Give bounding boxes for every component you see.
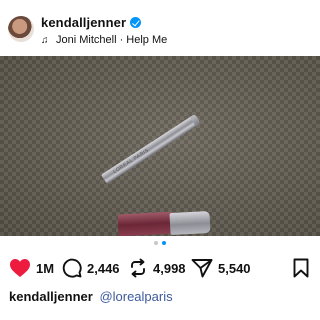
carousel-dot-active [162,241,166,245]
carousel-dot [154,241,158,245]
repost-icon [131,258,145,278]
heart-icon [10,259,30,277]
like-button[interactable]: 1M [9,257,54,279]
lip-product-tube [117,211,175,236]
audio-attribution[interactable]: ♫ Joni Mitchell · Help Me [41,34,167,46]
comment-count[interactable]: 2,446 [87,261,120,276]
send-icon [191,259,213,278]
repost-button[interactable]: 4,998 [128,257,186,279]
post-caption: kendalljenner @lorealparis [9,289,173,304]
comment-button[interactable]: 2,446 [62,257,120,279]
lip-product-cap [169,210,211,236]
post-media[interactable]: LOREAL PARIS [0,56,320,236]
bookmark-icon [293,258,309,278]
post-header: kendalljenner ♫ Joni Mitchell · Help Me [0,0,320,54]
caption-mention-link[interactable]: @lorealparis [99,289,172,304]
post-author[interactable]: kendalljenner [41,15,142,30]
repost-count[interactable]: 4,998 [153,261,186,276]
action-bar: 1M 2,446 4,998 5,540 [0,257,320,279]
avatar[interactable] [8,16,34,42]
like-count[interactable]: 1M [36,261,54,276]
username-label[interactable]: kendalljenner [41,15,126,30]
verified-badge-icon [130,17,142,28]
music-note-icon: ♫ [41,35,49,46]
comment-icon [62,258,82,278]
share-button[interactable]: 5,540 [191,257,251,279]
carousel-indicator [0,241,320,247]
caption-username[interactable]: kendalljenner [9,289,93,304]
audio-label[interactable]: Joni Mitchell · Help Me [56,34,167,46]
share-count[interactable]: 5,540 [218,261,251,276]
save-button[interactable] [292,257,310,279]
